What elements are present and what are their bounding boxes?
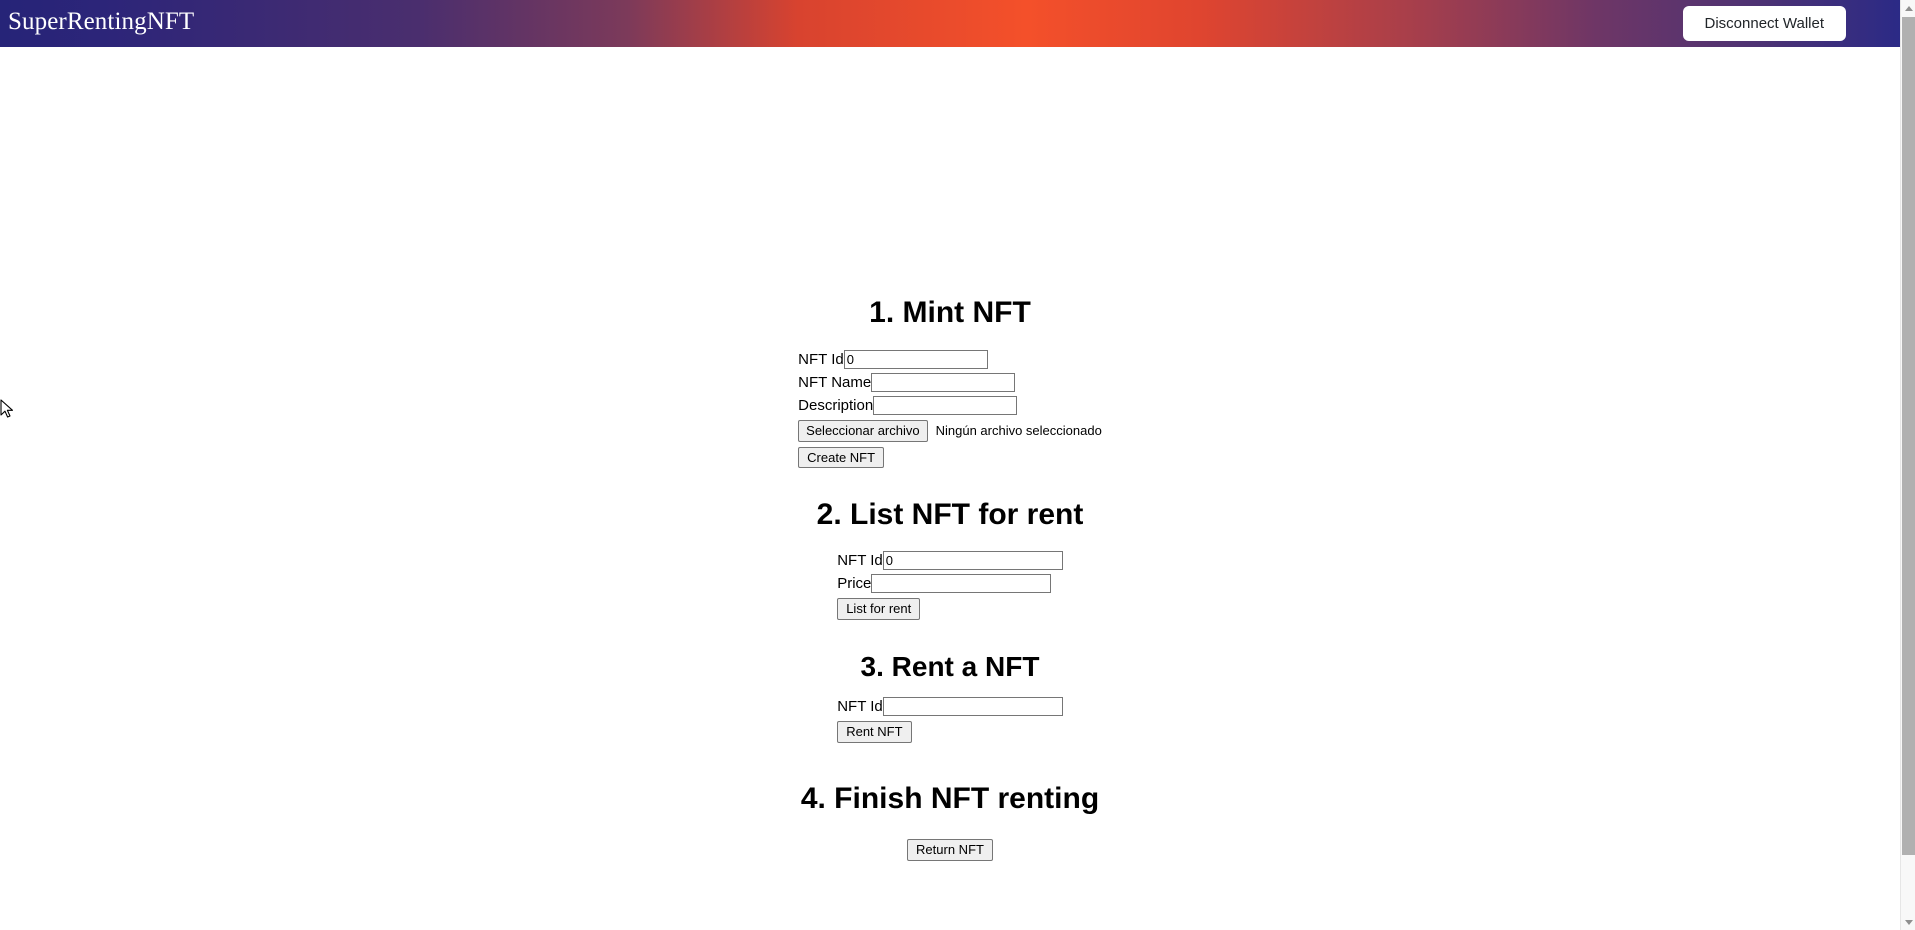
list-nft-id-row: NFT Id bbox=[837, 551, 1063, 570]
mint-description-row: Description bbox=[798, 396, 1102, 415]
mint-nft-id-row: NFT Id bbox=[798, 350, 1102, 369]
choose-file-button[interactable]: Seleccionar archivo bbox=[798, 420, 928, 442]
create-nft-button[interactable]: Create NFT bbox=[798, 446, 885, 469]
list-price-label: Price bbox=[837, 575, 872, 592]
rent-nft-id-input[interactable] bbox=[882, 697, 1063, 716]
selected-file-status: Ningún archivo seleccionado bbox=[935, 423, 1102, 439]
rent-nft-button[interactable]: Rent NFT bbox=[837, 721, 912, 743]
disconnect-wallet-button[interactable]: Disconnect Wallet bbox=[1682, 5, 1846, 42]
section-title-mint-nft: 1. Mint NFT bbox=[869, 296, 1031, 329]
list-price-input[interactable] bbox=[871, 574, 1052, 593]
top-navbar: SuperRentingNFT Disconnect Wallet bbox=[0, 0, 1900, 47]
section-title-finish-renting: 4. Finish NFT renting bbox=[800, 782, 1100, 815]
section-title-list-nft: 2. List NFT for rent bbox=[816, 498, 1084, 531]
mint-file-picker-row: Seleccionar archivo Ningún archivo selec… bbox=[798, 420, 1102, 442]
scroll-up-arrow-icon[interactable] bbox=[1901, 0, 1915, 16]
return-nft-button[interactable]: Return NFT bbox=[907, 839, 993, 861]
app-brand-title: SuperRentingNFT bbox=[8, 8, 195, 35]
list-nft-form: NFT Id Price List for rent bbox=[0, 551, 1900, 620]
mint-nft-id-input[interactable] bbox=[843, 350, 988, 369]
finish-renting-form: Return NFT bbox=[0, 839, 1900, 861]
rent-nft-fields: NFT Id Rent NFT bbox=[837, 697, 1063, 743]
list-nft-fields: NFT Id Price List for rent bbox=[837, 551, 1063, 620]
list-nft-id-label: NFT Id bbox=[837, 552, 883, 569]
mint-description-input[interactable] bbox=[873, 396, 1018, 415]
list-nft-id-input[interactable] bbox=[882, 551, 1063, 570]
mint-nft-form: NFT Id NFT Name Description Seleccionar … bbox=[0, 350, 1900, 469]
section-title-rent-nft: 3. Rent a NFT bbox=[860, 651, 1040, 682]
mint-submit-row: Create NFT bbox=[798, 446, 1102, 469]
list-for-rent-button[interactable]: List for rent bbox=[837, 598, 921, 620]
page-scrollbar[interactable] bbox=[1900, 0, 1915, 930]
mint-nft-id-label: NFT Id bbox=[798, 351, 844, 368]
main-content: 1. Mint NFT NFT Id NFT Name Description … bbox=[0, 47, 1900, 930]
rent-nft-id-row: NFT Id bbox=[837, 697, 1063, 716]
list-price-row: Price bbox=[837, 574, 1063, 593]
mint-nft-name-row: NFT Name bbox=[798, 373, 1102, 392]
rent-nft-form: NFT Id Rent NFT bbox=[0, 697, 1900, 743]
rent-nft-id-label: NFT Id bbox=[837, 698, 883, 715]
rent-submit-row: Rent NFT bbox=[837, 721, 1063, 743]
mint-description-label: Description bbox=[798, 397, 874, 414]
mint-nft-fields: NFT Id NFT Name Description Seleccionar … bbox=[798, 350, 1102, 469]
mint-nft-name-label: NFT Name bbox=[798, 374, 872, 391]
mint-nft-name-input[interactable] bbox=[871, 373, 1016, 392]
scrollbar-thumb[interactable] bbox=[1902, 17, 1915, 855]
scroll-down-arrow-icon[interactable] bbox=[1901, 914, 1915, 930]
list-submit-row: List for rent bbox=[837, 598, 1063, 620]
